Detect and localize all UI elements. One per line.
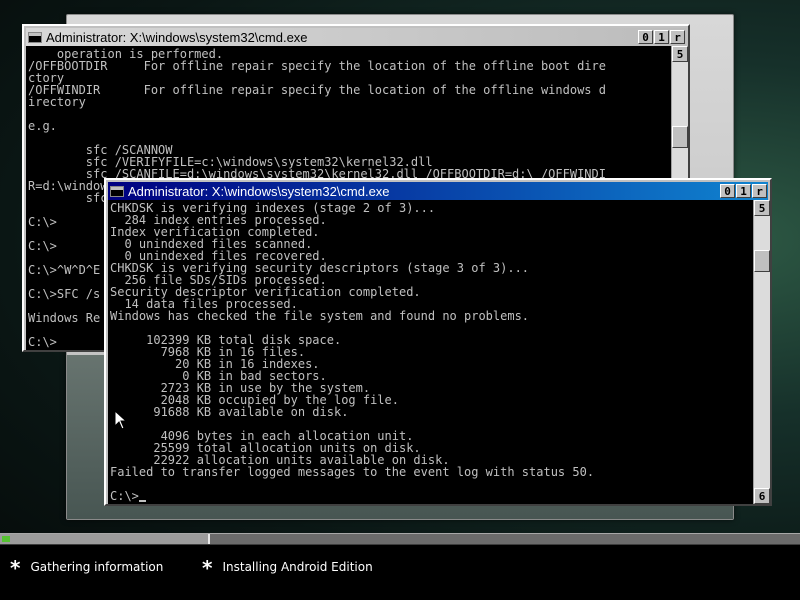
back-cmd-titlebar[interactable]: Administrator: X:\windows\system32\cmd.e… — [26, 28, 686, 46]
console-line: Failed to transfer logged messages to th… — [110, 465, 595, 479]
front-cmd-console[interactable]: CHKDSK is verifying indexes (stage 2 of … — [108, 200, 753, 504]
close-button[interactable]: r — [752, 184, 767, 198]
mouse-pointer-icon — [114, 410, 128, 430]
text-cursor — [138, 500, 146, 502]
console-line: e.g. — [28, 119, 57, 133]
console-line: Windows has checked the file system and … — [110, 309, 530, 323]
console-line: irectory — [28, 95, 86, 109]
setup-progress-bar — [0, 533, 800, 545]
minimize-button[interactable]: 0 — [638, 30, 653, 44]
step-gathering-information: * Gathering information — [10, 558, 163, 578]
asterisk-icon: * — [202, 556, 213, 580]
front-cmd-window[interactable]: Administrator: X:\windows\system32\cmd.e… — [104, 178, 772, 506]
console-line: 91688 KB available on disk. — [110, 405, 349, 419]
console-line: /OFFBOOTDIR For offline repair specify t… — [28, 59, 606, 73]
scroll-thumb[interactable] — [672, 126, 688, 148]
step-label: Gathering information — [30, 560, 164, 574]
console-prompt[interactable]: C:\> — [110, 490, 753, 502]
scroll-up-button[interactable]: 5 — [754, 200, 770, 216]
prompt-text: C:\> — [110, 489, 139, 503]
back-cmd-title: Administrator: X:\windows\system32\cmd.e… — [46, 29, 308, 45]
front-cmd-title: Administrator: X:\windows\system32\cmd.e… — [128, 183, 390, 199]
progress-segment-gathering — [0, 534, 208, 544]
maximize-button[interactable]: 1 — [736, 184, 751, 198]
progress-divider — [208, 534, 210, 544]
minimize-button[interactable]: 0 — [720, 184, 735, 198]
asterisk-icon: * — [10, 556, 21, 580]
scroll-up-button[interactable]: 5 — [672, 46, 688, 62]
front-cmd-scrollbar[interactable]: 5 6 — [753, 200, 770, 504]
close-button[interactable]: r — [670, 30, 685, 44]
front-cmd-titlebar[interactable]: Administrator: X:\windows\system32\cmd.e… — [108, 182, 768, 200]
scroll-thumb[interactable] — [754, 250, 770, 272]
scroll-down-button[interactable]: 6 — [754, 488, 770, 504]
step-label: Installing Android Edition — [222, 560, 373, 574]
cmd-icon — [110, 185, 124, 197]
progress-fill — [2, 536, 10, 542]
console-line: /OFFWINDIR For offline repair specify th… — [28, 83, 606, 97]
cmd-icon — [28, 31, 42, 43]
maximize-button[interactable]: 1 — [654, 30, 669, 44]
step-installing-android: * Installing Android Edition — [202, 558, 373, 578]
